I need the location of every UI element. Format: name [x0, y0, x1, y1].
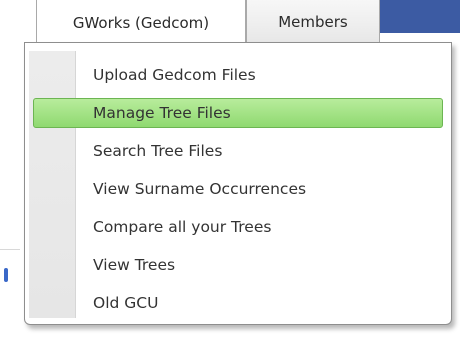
menu-item-old-gcu[interactable]: Old GCU — [33, 288, 443, 318]
menu-item-upload-gedcom-files[interactable]: Upload Gedcom Files — [33, 60, 443, 90]
page-divider — [0, 249, 20, 250]
menu-item-manage-tree-files[interactable]: Manage Tree Files — [33, 98, 443, 128]
menu-item-view-surname-occurrences[interactable]: View Surname Occurrences — [33, 174, 443, 204]
menu-item-compare-all-your-trees[interactable]: Compare all your Trees — [33, 212, 443, 242]
menu-item-search-tree-files[interactable]: Search Tree Files — [33, 136, 443, 166]
tab-gworks[interactable]: GWorks (Gedcom) — [36, 0, 246, 46]
menu-item-view-trees[interactable]: View Trees — [33, 250, 443, 280]
page-link-fragment[interactable] — [4, 268, 8, 282]
gworks-dropdown-menu: Upload Gedcom Files Manage Tree Files Se… — [24, 42, 452, 325]
tab-members[interactable]: Members — [246, 0, 380, 45]
